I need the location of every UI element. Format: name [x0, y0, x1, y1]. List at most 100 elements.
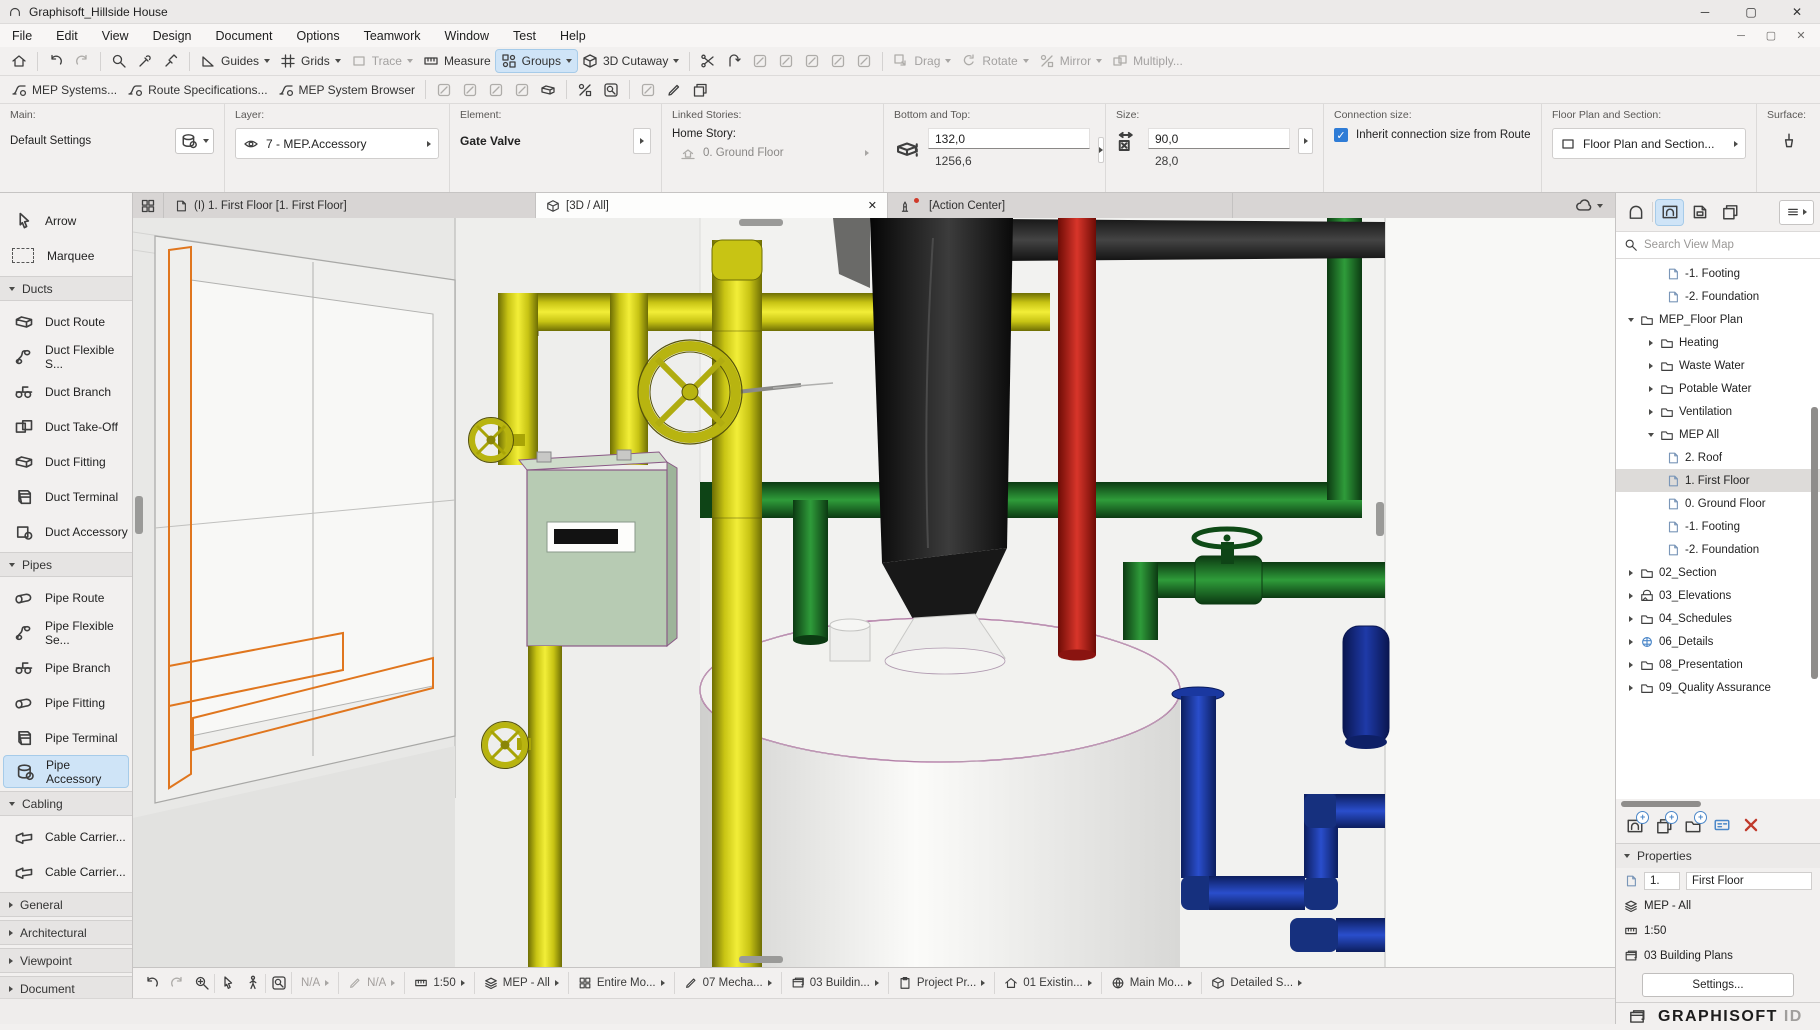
edit-segment-button[interactable] [457, 79, 483, 101]
view-map-search[interactable]: Search View Map [1616, 231, 1820, 259]
tree-item-ventilation[interactable]: Ventilation [1616, 400, 1820, 423]
tab-overview-button[interactable] [133, 193, 164, 218]
edit-node-button[interactable] [483, 79, 509, 101]
zoom-selection-button[interactable] [598, 79, 624, 101]
groups-button[interactable]: Groups [496, 50, 577, 72]
settings-button[interactable]: Settings... [1642, 973, 1794, 997]
view-name-field[interactable]: First Floor [1686, 872, 1812, 890]
tree-item-quality-assurance[interactable]: 09_Quality Assurance [1616, 676, 1820, 699]
new-folder-button[interactable]: + [1684, 817, 1702, 835]
property-scale[interactable]: 1:50 [1616, 918, 1820, 943]
view-settings-button[interactable] [1713, 816, 1731, 837]
menu-test[interactable]: Test [501, 24, 548, 47]
tree-item-schedules[interactable]: 04_Schedules [1616, 607, 1820, 630]
split-button[interactable] [695, 50, 721, 72]
minimize-button[interactable]: ─ [1682, 0, 1728, 23]
insert-node-button[interactable] [509, 79, 535, 101]
tree-hscrollbar[interactable] [1616, 799, 1820, 809]
statusbar-dimension-standard[interactable]: 03 Buildin... [781, 972, 888, 994]
tool-pipe-route[interactable]: Pipe Route [0, 580, 132, 615]
route-specifications-button[interactable]: Route Specifications... [122, 79, 272, 101]
grids-button[interactable]: Grids [275, 50, 346, 72]
tree-item-presentation[interactable]: 08_Presentation [1616, 653, 1820, 676]
tool-duct-terminal[interactable]: Duct Terminal [0, 479, 132, 514]
orbit-back-button[interactable] [139, 975, 164, 991]
toolbox-section-cabling[interactable]: Cabling [0, 791, 132, 816]
tool-pipe-fitting[interactable]: Pipe Fitting [0, 685, 132, 720]
tree-item-foundation[interactable]: -2. Foundation [1616, 538, 1820, 561]
tool-cable-carrier-route[interactable]: Cable Carrier... [0, 819, 132, 854]
bottom-elevation-input[interactable]: 132,0 [928, 128, 1090, 149]
element-settings-button[interactable] [175, 128, 214, 154]
size-height-value[interactable]: 28,0 [1148, 149, 1290, 172]
menu-edit[interactable]: Edit [44, 24, 90, 47]
trim-button[interactable] [747, 50, 773, 72]
statusbar-model-view-options[interactable]: Entire Mo... [568, 972, 674, 994]
undo-button[interactable] [43, 50, 69, 72]
menu-window[interactable]: Window [433, 24, 501, 47]
element-value[interactable]: Gate Valve [460, 134, 521, 148]
tool-duct-take-off[interactable]: Duct Take-Off [0, 409, 132, 444]
statusbar-layer-combination[interactable]: MEP - All [474, 972, 568, 994]
3d-viewport[interactable] [133, 218, 1615, 967]
mep-system-browser-button[interactable]: MEP System Browser [273, 79, 420, 101]
top-elevation-value[interactable]: 1256,6 [928, 149, 1090, 172]
gas-meter-box[interactable] [519, 450, 677, 646]
cutaway-button[interactable]: 3D Cutaway [577, 50, 684, 72]
orbit-button[interactable] [215, 975, 240, 991]
fillet-button[interactable] [799, 50, 825, 72]
statusbar-zoom[interactable]: N/A [291, 972, 338, 994]
floorplan-display-selector[interactable]: Floor Plan and Section... [1552, 128, 1746, 159]
tab-3d-all[interactable]: [3D / All] ✕ [536, 193, 888, 218]
toolbox-section-architectural[interactable]: Architectural [0, 920, 132, 945]
tree-item-footing[interactable]: -1. Footing [1616, 515, 1820, 538]
tool-duct-accessory[interactable]: Duct Accessory [0, 514, 132, 549]
tree-item-details[interactable]: 06_Details [1616, 630, 1820, 653]
rotate-button[interactable]: Rotate [956, 50, 1033, 72]
intersect-button[interactable] [773, 50, 799, 72]
element-expand-button[interactable] [633, 128, 651, 154]
menu-options[interactable]: Options [284, 24, 351, 47]
statusbar-pen-set[interactable]: 07 Mecha... [674, 972, 781, 994]
property-layer-combination[interactable]: MEP - All [1616, 893, 1820, 918]
tool-pipe-accessory[interactable]: Pipe Accessory [3, 755, 129, 788]
tool-duct-route[interactable]: Duct Route [0, 304, 132, 339]
drag-button[interactable]: Drag [888, 50, 956, 72]
default-settings-label[interactable]: Default Settings [10, 135, 91, 147]
close-button[interactable]: ✕ [1774, 0, 1820, 23]
statusbar-renovation-filter[interactable]: 01 Existin... [994, 972, 1100, 994]
doc-close-button[interactable]: ✕ [1786, 26, 1816, 46]
align-button[interactable] [635, 79, 661, 101]
toolbox-section-pipes[interactable]: Pipes [0, 552, 132, 577]
tree-item-elevations[interactable]: 03_Elevations [1616, 584, 1820, 607]
statusbar-structure-display[interactable]: Main Mo... [1101, 972, 1202, 994]
adjust-button[interactable] [721, 50, 747, 72]
home-button[interactable] [6, 50, 32, 72]
menu-document[interactable]: Document [204, 24, 285, 47]
tree-item-first-floor[interactable]: 1. First Floor [1616, 469, 1820, 492]
find-select-button[interactable] [106, 50, 132, 72]
maximize-button[interactable]: ▢ [1728, 0, 1774, 23]
view-id-field[interactable]: 1. [1644, 872, 1680, 890]
toolbox-section-viewpoint[interactable]: Viewpoint [0, 948, 132, 973]
measure-button[interactable]: Measure [418, 50, 496, 72]
tab-first-floor[interactable]: (I) 1. First Floor [1. First Floor] [164, 193, 536, 218]
spacing-button[interactable] [687, 79, 713, 101]
3d-box-button[interactable] [535, 79, 561, 101]
pick-up-parameters-button[interactable] [132, 50, 158, 72]
tool-arrow[interactable]: Arrow [0, 203, 132, 238]
menu-help[interactable]: Help [548, 24, 598, 47]
tree-item-section[interactable]: 02_Section [1616, 561, 1820, 584]
orbit-forward-button[interactable] [164, 975, 189, 991]
layout-book-button[interactable] [1686, 200, 1713, 225]
properties-header[interactable]: Properties [1616, 843, 1820, 868]
toolbox-section-general[interactable]: General [0, 892, 132, 917]
inherit-connection-checkbox[interactable]: ✓ [1334, 128, 1348, 142]
publisher-button[interactable] [1716, 200, 1743, 225]
menu-view[interactable]: View [90, 24, 141, 47]
tree-item-roof[interactable]: 2. Roof [1616, 446, 1820, 469]
statusbar-scale[interactable]: 1:50 [404, 972, 473, 994]
navigator-menu-button[interactable] [1779, 200, 1814, 225]
tool-duct-fitting[interactable]: Duct Fitting [0, 444, 132, 479]
new-view-button[interactable]: + [1626, 817, 1644, 835]
